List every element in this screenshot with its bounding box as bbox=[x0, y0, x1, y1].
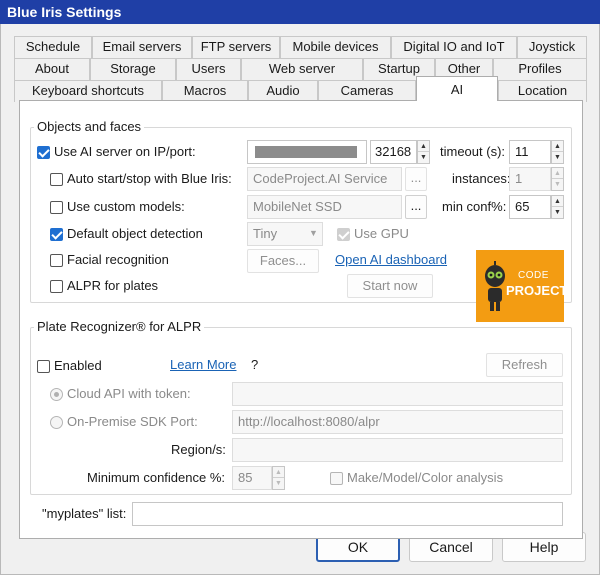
instances-spinner: ▲ ▼ bbox=[551, 167, 564, 191]
autostart-label: Auto start/stop with Blue Iris: bbox=[67, 171, 232, 186]
tab-digital-io-iot[interactable]: Digital IO and IoT bbox=[391, 36, 517, 58]
model-browse-button[interactable]: ... bbox=[405, 195, 427, 219]
region-label: Region/s: bbox=[171, 442, 226, 457]
autostart-checkbox[interactable] bbox=[50, 173, 63, 186]
spin-down-icon: ▼ bbox=[554, 181, 561, 188]
min-conf-label: min conf%: bbox=[442, 199, 507, 214]
spin-down-icon[interactable]: ▼ bbox=[552, 152, 563, 163]
timeout-field[interactable]: 11 bbox=[509, 140, 551, 164]
plate-enabled-checkbox[interactable] bbox=[37, 360, 50, 373]
default-detection-label: Default object detection bbox=[67, 226, 203, 241]
tab-schedule[interactable]: Schedule bbox=[14, 36, 92, 58]
instances-label: instances: bbox=[452, 171, 511, 186]
tab-keyboard-shortcuts[interactable]: Keyboard shortcuts bbox=[14, 80, 162, 102]
custom-models-label: Use custom models: bbox=[67, 199, 185, 214]
onprem-label: On-Premise SDK Port: bbox=[67, 414, 198, 429]
use-ai-checkbox[interactable] bbox=[37, 146, 50, 159]
settings-dialog: Schedule Email servers FTP servers Mobil… bbox=[0, 24, 600, 575]
spin-down-icon[interactable]: ▼ bbox=[552, 207, 563, 218]
spin-up-icon: ▲ bbox=[552, 168, 563, 179]
faces-button: Faces... bbox=[247, 249, 319, 273]
logo-project-text: PROJECT bbox=[506, 283, 564, 298]
cloud-token-field bbox=[232, 382, 563, 406]
start-now-button: Start now bbox=[347, 274, 433, 298]
myplates-label: "myplates" list: bbox=[42, 506, 127, 521]
ai-ip-field[interactable] bbox=[247, 140, 367, 164]
spin-up-icon[interactable]: ▲ bbox=[418, 141, 429, 152]
tab-ai[interactable]: AI bbox=[416, 76, 498, 101]
plate-recognizer-title: Plate Recognizer® for ALPR bbox=[34, 319, 205, 334]
use-gpu-label: Use GPU bbox=[354, 226, 409, 241]
plate-min-conf-spinner: ▲ ▼ bbox=[272, 466, 285, 490]
help-question-icon[interactable]: ? bbox=[251, 357, 258, 372]
logo-code-text: CODE bbox=[518, 270, 549, 281]
min-conf-spinner[interactable]: ▲ ▼ bbox=[551, 195, 564, 219]
codeproject-logo: CODE PROJECT bbox=[476, 250, 564, 322]
myplates-field[interactable] bbox=[132, 502, 563, 526]
tab-ftp-servers[interactable]: FTP servers bbox=[192, 36, 280, 58]
spin-up-icon[interactable]: ▲ bbox=[552, 141, 563, 152]
plate-min-conf-field: 85 bbox=[232, 466, 272, 490]
timeout-spinner[interactable]: ▲ ▼ bbox=[551, 140, 564, 164]
window-title: Blue Iris Settings bbox=[0, 0, 600, 24]
alpr-label: ALPR for plates bbox=[67, 278, 159, 293]
service-browse-button: ... bbox=[405, 167, 427, 191]
tab-joystick[interactable]: Joystick bbox=[517, 36, 587, 58]
region-field bbox=[232, 438, 563, 462]
ai-settings-page: Objects and faces Use AI server on IP/po… bbox=[19, 100, 583, 539]
refresh-button: Refresh bbox=[486, 353, 563, 377]
tab-email-servers[interactable]: Email servers bbox=[92, 36, 192, 58]
port-spinner[interactable]: ▲ ▼ bbox=[417, 140, 430, 164]
instances-field: 1 bbox=[509, 167, 551, 191]
learn-more-link[interactable]: Learn More bbox=[170, 357, 236, 372]
custom-models-checkbox[interactable] bbox=[50, 201, 63, 214]
model-field: MobileNet SSD bbox=[247, 195, 402, 219]
make-model-color-checkbox bbox=[330, 472, 343, 485]
make-model-color-label: Make/Model/Color analysis bbox=[347, 470, 504, 485]
cloud-api-radio bbox=[50, 388, 63, 401]
alpr-checkbox[interactable] bbox=[50, 280, 63, 293]
tab-mobile-devices[interactable]: Mobile devices bbox=[280, 36, 391, 58]
tab-cameras[interactable]: Cameras bbox=[318, 80, 416, 102]
spin-up-icon: ▲ bbox=[273, 467, 284, 478]
tab-audio[interactable]: Audio bbox=[248, 80, 318, 102]
spin-down-icon: ▼ bbox=[275, 480, 282, 487]
plate-enabled-label: Enabled bbox=[54, 358, 102, 373]
min-conf-field[interactable]: 65 bbox=[509, 195, 551, 219]
use-ai-label: Use AI server on IP/port: bbox=[54, 144, 196, 159]
onprem-port-field: http://localhost:8080/alpr bbox=[232, 410, 563, 434]
tab-web-server[interactable]: Web server bbox=[241, 58, 363, 80]
ai-port-field[interactable]: 32168 bbox=[370, 140, 417, 164]
tab-profiles[interactable]: Profiles bbox=[493, 58, 587, 80]
objects-group-title: Objects and faces bbox=[34, 119, 145, 134]
tab-users[interactable]: Users bbox=[176, 58, 241, 80]
model-size-value: Tiny bbox=[253, 226, 278, 241]
cloud-api-label: Cloud API with token: bbox=[67, 386, 191, 401]
facial-recognition-label: Facial recognition bbox=[67, 252, 169, 267]
plate-min-conf-label: Minimum confidence %: bbox=[87, 470, 225, 485]
open-ai-dashboard-link[interactable]: Open AI dashboard bbox=[335, 252, 447, 267]
use-gpu-checkbox bbox=[337, 228, 350, 241]
tab-location[interactable]: Location bbox=[498, 80, 587, 102]
tab-macros[interactable]: Macros bbox=[162, 80, 248, 102]
tab-about[interactable]: About bbox=[14, 58, 90, 80]
ip-redaction bbox=[255, 146, 357, 158]
onprem-radio bbox=[50, 416, 63, 429]
timeout-label: timeout (s): bbox=[440, 144, 506, 159]
service-field: CodeProject.AI Service bbox=[247, 167, 402, 191]
facial-recognition-checkbox[interactable] bbox=[50, 254, 63, 267]
default-detection-checkbox[interactable] bbox=[50, 228, 63, 241]
spin-down-icon[interactable]: ▼ bbox=[418, 152, 429, 163]
chevron-down-icon: ▼ bbox=[309, 228, 318, 238]
spin-up-icon[interactable]: ▲ bbox=[552, 196, 563, 207]
tab-storage[interactable]: Storage bbox=[90, 58, 176, 80]
